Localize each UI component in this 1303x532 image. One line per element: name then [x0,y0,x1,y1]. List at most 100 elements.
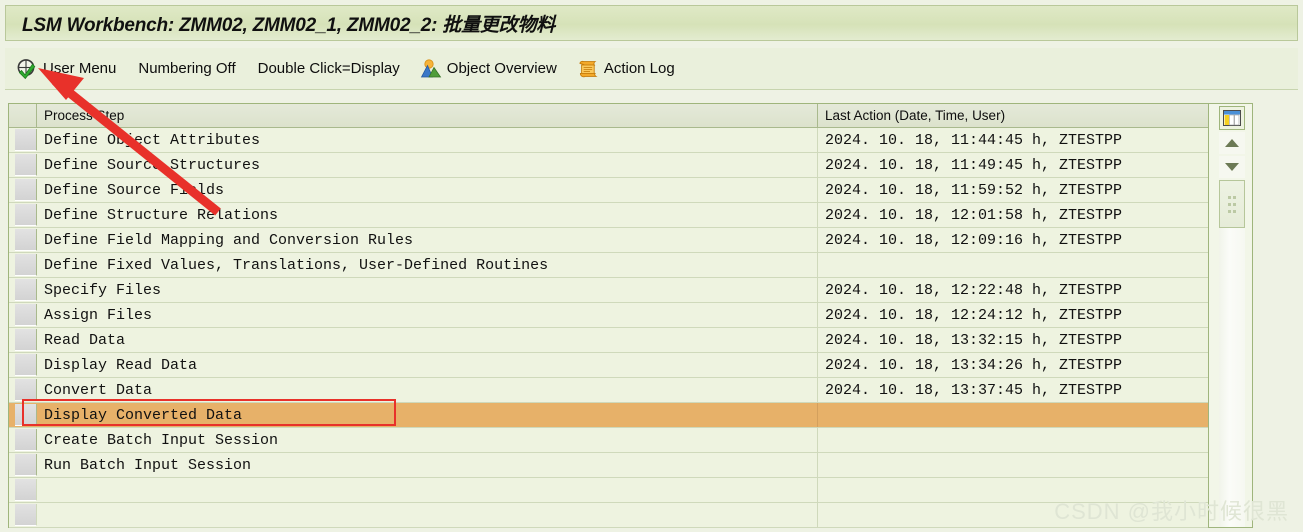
row-select-cell[interactable] [15,429,37,451]
cell-last-action[interactable]: 2024. 10. 18, 13:37:45 h, ZTESTPP [818,378,1208,402]
toolbar-item-numbering-off[interactable]: Numbering Off [127,54,244,84]
cell-process-step[interactable]: Define Object Attributes [37,128,818,152]
table-row[interactable]: Define Object Attributes 2024. 10. 18, 11… [9,128,1208,153]
select-all-cell[interactable] [15,104,37,127]
cell-process-step-text: Read Data [44,331,126,349]
table-row[interactable]: Run Batch Input Session [9,453,1208,478]
triangle-up-icon [1225,139,1239,147]
scroll-up-button[interactable] [1219,132,1245,154]
triangle-down-icon [1225,163,1239,171]
table-row[interactable]: Create Batch Input Session [9,428,1208,453]
cell-process-step[interactable]: Define Field Mapping and Conversion Rule… [37,228,818,252]
row-select-cell[interactable] [15,179,37,201]
cell-last-action[interactable]: 2024. 10. 18, 13:32:15 h, ZTESTPP [818,328,1208,352]
cell-last-action[interactable]: 2024. 10. 18, 11:59:52 h, ZTESTPP [818,178,1208,202]
toolbar-item-label: Numbering Off [138,60,236,77]
cell-last-action[interactable] [818,253,1208,277]
table-row[interactable]: Assign Files 2024. 10. 18, 12:24:12 h, ZT… [9,303,1208,328]
cell-last-action[interactable]: 2024. 10. 18, 13:34:26 h, ZTESTPP [818,353,1208,377]
row-select-cell[interactable] [15,379,37,401]
table-row[interactable]: Define Source Fields 2024. 10. 18, 11:59:… [9,178,1208,203]
scroll-down-button[interactable] [1219,156,1245,178]
cell-last-action[interactable]: 2024. 10. 18, 11:44:45 h, ZTESTPP [818,128,1208,152]
row-select-cell[interactable] [15,304,37,326]
cell-process-step[interactable]: Assign Files [37,303,818,327]
cell-last-action-text: 2024. 10. 18, 13:34:26 h, ZTESTPP [825,356,1123,374]
cell-last-action[interactable]: 2024. 10. 18, 12:24:12 h, ZTESTPP [818,303,1208,327]
cell-last-action-text: 2024. 10. 18, 12:01:58 h, ZTESTPP [825,206,1123,224]
cell-process-step[interactable]: Convert Data [37,378,818,402]
row-select-cell[interactable] [15,454,37,476]
cell-last-action[interactable]: 2024. 10. 18, 12:09:16 h, ZTESTPP [818,228,1208,252]
table-row[interactable]: Display Converted Data [9,403,1208,428]
column-header-process-step[interactable]: Process Step [37,104,818,127]
table-row[interactable]: Specify Files 2024. 10. 18, 12:22:48 h, Z… [9,278,1208,303]
cell-process-step[interactable] [37,478,818,502]
row-select-cell[interactable] [15,329,37,351]
cell-process-step[interactable]: Create Batch Input Session [37,428,818,452]
cell-last-action-text: 2024. 10. 18, 12:09:16 h, ZTESTPP [825,231,1123,249]
row-select-cell[interactable] [15,354,37,376]
row-select-cell[interactable] [15,254,37,276]
cell-process-step-text: Specify Files [44,281,162,299]
cell-process-step[interactable]: Define Structure Relations [37,203,818,227]
row-select-cell[interactable] [15,129,37,151]
cell-process-step[interactable]: Run Batch Input Session [37,453,818,477]
vertical-scrollbar-track[interactable] [1219,180,1245,527]
cell-process-step[interactable]: Display Converted Data [37,403,818,427]
cell-last-action-text: 2024. 10. 18, 11:44:45 h, ZTESTPP [825,131,1123,149]
cell-process-step[interactable]: Specify Files [37,278,818,302]
page-title: LSM Workbench: ZMM02, ZMM02_1, ZMM02_2: … [22,14,556,36]
cell-last-action-text: 2024. 10. 18, 13:37:45 h, ZTESTPP [825,381,1123,399]
cell-last-action[interactable]: 2024. 10. 18, 11:49:45 h, ZTESTPP [818,153,1208,177]
cell-last-action-text: 2024. 10. 18, 11:49:45 h, ZTESTPP [825,156,1123,174]
toolbar-item-label: Action Log [603,60,675,77]
window-title-bar: LSM Workbench: ZMM02, ZMM02_1, ZMM02_2: … [5,5,1298,41]
row-select-cell[interactable] [15,504,37,526]
cell-last-action-text: 2024. 10. 18, 11:59:52 h, ZTESTPP [825,181,1123,199]
cell-process-step-text: Assign Files [44,306,153,324]
table-row-empty[interactable] [9,478,1208,503]
toolbar-item-label: Double Click=Display [257,60,400,77]
cell-last-action[interactable] [818,428,1208,452]
cell-process-step-text: Define Object Attributes [44,131,261,149]
table-row[interactable]: Define Fixed Values, Translations, User-… [9,253,1208,278]
cell-process-step[interactable]: Display Read Data [37,353,818,377]
toolbar: User Menu Numbering Off Double Click=Dis… [5,48,1298,90]
cell-process-step[interactable]: Read Data [37,328,818,352]
watermark: CSDN @我小时候很黑 [1054,499,1289,524]
table-row[interactable]: Define Field Mapping and Conversion Rule… [9,228,1208,253]
cell-last-action[interactable]: 2024. 10. 18, 12:01:58 h, ZTESTPP [818,203,1208,227]
table-row[interactable]: Display Read Data 2024. 10. 18, 13:34:26 … [9,353,1208,378]
cell-last-action[interactable] [818,403,1208,427]
cell-process-step[interactable]: Define Fixed Values, Translations, User-… [37,253,818,277]
row-select-cell[interactable] [15,154,37,176]
row-select-cell[interactable] [15,204,37,226]
user-menu-check-icon [16,58,38,80]
table-row[interactable]: Read Data 2024. 10. 18, 13:32:15 h, ZTEST… [9,328,1208,353]
table-row[interactable]: Define Source Structures 2024. 10. 18, 11… [9,153,1208,178]
cell-last-action-text: 2024. 10. 18, 12:24:12 h, ZTESTPP [825,306,1123,324]
table-header-row: Process Step Last Action (Date, Time, Us… [9,104,1208,128]
row-select-cell[interactable] [15,229,37,251]
cell-process-step[interactable]: Define Source Structures [37,153,818,177]
column-header-last-action[interactable]: Last Action (Date, Time, User) [818,104,1208,127]
table-row[interactable]: Convert Data 2024. 10. 18, 13:37:45 h, ZT… [9,378,1208,403]
column-settings-icon[interactable] [1219,106,1245,130]
cell-last-action[interactable] [818,453,1208,477]
toolbar-item-object-overview[interactable]: Object Overview [411,54,566,84]
vertical-scrollbar-thumb[interactable] [1219,180,1245,228]
row-select-cell[interactable] [15,404,37,426]
cell-process-step[interactable] [37,503,818,527]
object-overview-icon [420,58,442,80]
table-row[interactable]: Define Structure Relations 2024. 10. 18, … [9,203,1208,228]
cell-last-action[interactable]: 2024. 10. 18, 12:22:48 h, ZTESTPP [818,278,1208,302]
toolbar-item-user-menu[interactable]: User Menu [7,54,125,84]
process-step-table: Process Step Last Action (Date, Time, Us… [8,103,1253,528]
table-row-empty[interactable] [9,503,1208,528]
cell-process-step[interactable]: Define Source Fields [37,178,818,202]
toolbar-item-action-log[interactable]: Action Log [568,54,684,84]
row-select-cell[interactable] [15,279,37,301]
row-select-cell[interactable] [15,479,37,501]
toolbar-item-double-click-display[interactable]: Double Click=Display [247,54,409,84]
